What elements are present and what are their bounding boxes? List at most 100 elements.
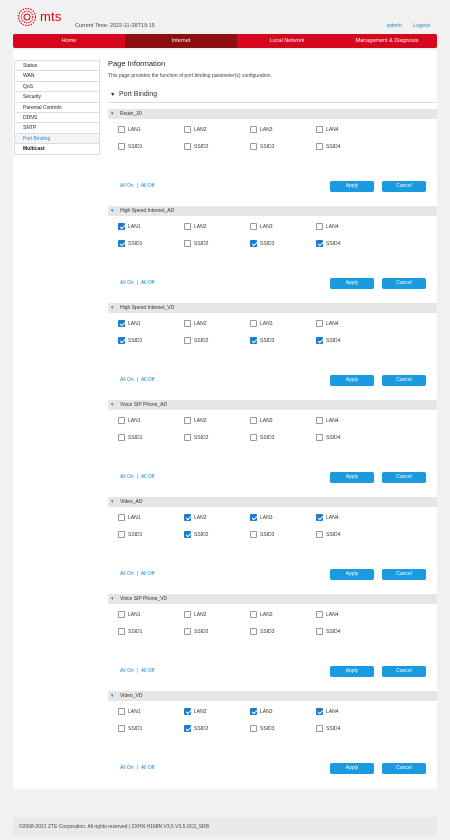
port-checkbox[interactable]: LAN3 <box>250 417 320 425</box>
checkbox-box[interactable] <box>184 417 191 424</box>
all-on-link[interactable]: All On <box>120 280 134 286</box>
checkbox-box[interactable] <box>118 417 125 424</box>
checkbox-box[interactable] <box>316 628 323 635</box>
checkbox-box[interactable] <box>118 531 125 538</box>
checkbox-box[interactable] <box>316 708 323 715</box>
binding-header[interactable]: ▼ Voice SIP Phone_AD <box>108 400 437 410</box>
checkbox-box[interactable] <box>184 320 191 327</box>
port-checkbox[interactable]: LAN1 <box>118 708 188 716</box>
port-checkbox[interactable]: SSID1 <box>118 143 188 151</box>
port-checkbox[interactable]: SSID1 <box>118 337 188 345</box>
nav-home[interactable]: Home <box>13 34 125 48</box>
port-checkbox[interactable]: SSID3 <box>250 434 320 442</box>
port-checkbox[interactable]: LAN4 <box>316 417 386 425</box>
sidebar-item-sntp[interactable]: SNTP <box>14 123 100 134</box>
checkbox-box[interactable] <box>316 337 323 344</box>
port-checkbox[interactable]: LAN2 <box>184 611 254 619</box>
checkbox-box[interactable] <box>316 126 323 133</box>
binding-header[interactable]: ▼ High Speed Internet_VD <box>108 303 437 313</box>
checkbox-box[interactable] <box>184 725 191 732</box>
port-checkbox[interactable]: LAN1 <box>118 126 188 134</box>
sidebar-item-multicast[interactable]: Multicast <box>14 144 100 155</box>
port-checkbox[interactable]: LAN2 <box>184 514 254 522</box>
checkbox-box[interactable] <box>250 320 257 327</box>
checkbox-box[interactable] <box>316 434 323 441</box>
all-on-link[interactable]: All On <box>120 474 134 480</box>
apply-button[interactable]: Apply <box>330 278 374 289</box>
port-checkbox[interactable]: LAN1 <box>118 514 188 522</box>
checkbox-box[interactable] <box>250 434 257 441</box>
port-checkbox[interactable]: SSID4 <box>316 337 386 345</box>
port-checkbox[interactable]: LAN1 <box>118 320 188 328</box>
binding-header[interactable]: ▼ Voice SIP Phone_VD <box>108 594 437 604</box>
port-checkbox[interactable]: SSID2 <box>184 337 254 345</box>
sidebar-item-parental-controls[interactable]: Parental Controls <box>14 102 100 113</box>
apply-button[interactable]: Apply <box>330 181 374 192</box>
checkbox-box[interactable] <box>118 126 125 133</box>
port-binding-section-header[interactable]: ▼ Port Binding <box>108 90 437 100</box>
checkbox-box[interactable] <box>118 708 125 715</box>
checkbox-box[interactable] <box>250 417 257 424</box>
checkbox-box[interactable] <box>316 320 323 327</box>
checkbox-box[interactable] <box>316 223 323 230</box>
port-checkbox[interactable]: SSID1 <box>118 531 188 539</box>
checkbox-box[interactable] <box>250 708 257 715</box>
checkbox-box[interactable] <box>250 143 257 150</box>
binding-header[interactable]: ▼ Route_30 <box>108 109 437 119</box>
sidebar-item-port-binding[interactable]: Port Binding <box>14 133 100 145</box>
checkbox-box[interactable] <box>250 628 257 635</box>
checkbox-box[interactable] <box>250 611 257 618</box>
cancel-button[interactable]: Cancel <box>382 375 426 386</box>
port-checkbox[interactable]: SSID3 <box>250 143 320 151</box>
apply-button[interactable]: Apply <box>330 666 374 677</box>
port-checkbox[interactable]: LAN1 <box>118 223 188 231</box>
checkbox-box[interactable] <box>118 514 125 521</box>
checkbox-box[interactable] <box>316 417 323 424</box>
port-checkbox[interactable]: LAN4 <box>316 514 386 522</box>
checkbox-box[interactable] <box>184 708 191 715</box>
port-checkbox[interactable]: SSID4 <box>316 240 386 248</box>
port-checkbox[interactable]: LAN4 <box>316 708 386 716</box>
admin-link[interactable]: admin <box>387 23 402 29</box>
checkbox-box[interactable] <box>184 514 191 521</box>
checkbox-box[interactable] <box>184 143 191 150</box>
checkbox-box[interactable] <box>250 126 257 133</box>
port-checkbox[interactable]: LAN4 <box>316 223 386 231</box>
port-checkbox[interactable]: SSID2 <box>184 531 254 539</box>
port-checkbox[interactable]: LAN3 <box>250 611 320 619</box>
sidebar-item-ddns[interactable]: DDNS <box>14 112 100 124</box>
all-off-link[interactable]: All Off <box>141 183 155 189</box>
checkbox-box[interactable] <box>118 434 125 441</box>
all-on-link[interactable]: All On <box>120 668 134 674</box>
port-checkbox[interactable]: SSID4 <box>316 628 386 636</box>
all-off-link[interactable]: All Off <box>141 280 155 286</box>
port-checkbox[interactable]: LAN1 <box>118 417 188 425</box>
port-checkbox[interactable]: LAN4 <box>316 126 386 134</box>
port-checkbox[interactable]: LAN4 <box>316 611 386 619</box>
port-checkbox[interactable]: LAN1 <box>118 611 188 619</box>
port-checkbox[interactable]: LAN3 <box>250 320 320 328</box>
all-on-link[interactable]: All On <box>120 377 134 383</box>
port-checkbox[interactable]: SSID2 <box>184 725 254 733</box>
cancel-button[interactable]: Cancel <box>382 278 426 289</box>
checkbox-box[interactable] <box>184 240 191 247</box>
port-checkbox[interactable]: SSID4 <box>316 434 386 442</box>
port-checkbox[interactable]: SSID3 <box>250 337 320 345</box>
port-checkbox[interactable]: LAN3 <box>250 126 320 134</box>
port-checkbox[interactable]: LAN2 <box>184 320 254 328</box>
port-checkbox[interactable]: SSID2 <box>184 143 254 151</box>
checkbox-box[interactable] <box>250 514 257 521</box>
checkbox-box[interactable] <box>250 223 257 230</box>
checkbox-box[interactable] <box>316 143 323 150</box>
checkbox-box[interactable] <box>250 725 257 732</box>
checkbox-box[interactable] <box>118 725 125 732</box>
sidebar-item-wan[interactable]: WAN <box>14 71 100 82</box>
cancel-button[interactable]: Cancel <box>382 569 426 580</box>
port-checkbox[interactable]: LAN2 <box>184 417 254 425</box>
all-off-link[interactable]: All Off <box>141 765 155 771</box>
checkbox-box[interactable] <box>316 611 323 618</box>
port-checkbox[interactable]: LAN2 <box>184 708 254 716</box>
port-checkbox[interactable]: LAN3 <box>250 708 320 716</box>
all-on-link[interactable]: All On <box>120 183 134 189</box>
checkbox-box[interactable] <box>118 320 125 327</box>
